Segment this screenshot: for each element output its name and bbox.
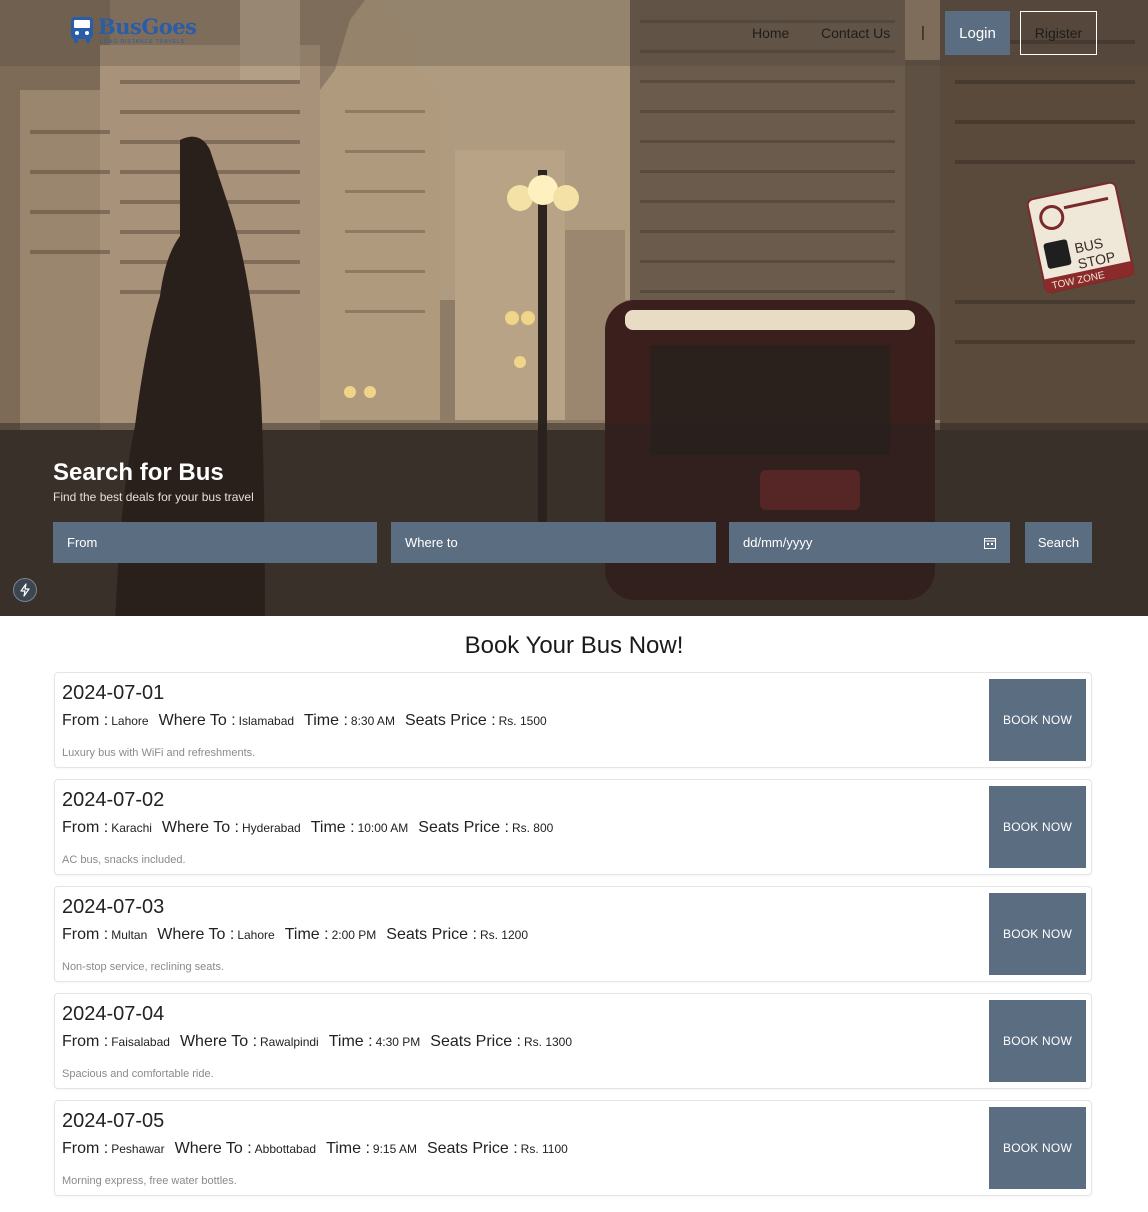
trip-info: From : Peshawar Where To : Abbottabad Time :… — [62, 1140, 578, 1158]
trip-description: Luxury bus with WiFi and refreshments. — [62, 747, 256, 759]
section-title: Book Your Bus Now! — [464, 632, 684, 659]
where-to-input[interactable]: Where to — [391, 522, 716, 563]
time-label: Time : — [328, 1033, 373, 1050]
trip-date: 2024-07-02 — [62, 789, 165, 811]
trip-time: 10:00 AM — [357, 821, 409, 835]
trip-to: Islamabad — [238, 714, 295, 728]
book-now-button[interactable]: BOOK NOW — [989, 679, 1086, 761]
trip-card: 2024-07-01 From : Lahore Where To : Islamaba… — [54, 672, 1092, 768]
trip-price: Rs. 800 — [511, 821, 554, 835]
trip-card: 2024-07-02 From : Karachi Where To : Hyderab… — [54, 779, 1092, 875]
trip-date: 2024-07-03 — [62, 896, 165, 918]
book-now-button[interactable]: BOOK NOW — [989, 893, 1086, 975]
lightning-icon — [20, 583, 30, 597]
where-to-label: Where To : — [161, 819, 239, 836]
trip-info: From : Multan Where To : Lahore Time :2:00 P… — [62, 926, 538, 944]
date-input[interactable]: dd/mm/yyyy — [729, 522, 1010, 563]
from-label: From : — [62, 926, 109, 943]
where-to-label: Where To : — [158, 712, 236, 729]
trip-description: Non-stop service, reclining seats. — [62, 961, 225, 973]
nav-contact-link[interactable]: Contact Us — [821, 25, 890, 41]
trip-info: From : Lahore Where To : Islamabad Time :8:3… — [62, 712, 557, 730]
trip-from: Faisalabad — [111, 1035, 170, 1049]
from-placeholder: From — [67, 535, 98, 550]
trip-from: Karachi — [111, 821, 152, 835]
trip-card: 2024-07-04 From : Faisalabad Where To : Rawa… — [54, 993, 1092, 1089]
trip-time: 2:00 PM — [331, 928, 377, 942]
from-label: From : — [62, 1033, 109, 1050]
from-input[interactable]: From — [53, 522, 377, 563]
book-now-button[interactable]: BOOK NOW — [989, 1000, 1086, 1082]
time-label: Time : — [304, 712, 348, 729]
time-label: Time : — [284, 926, 329, 943]
search-panel — [0, 423, 1148, 616]
time-label: Time : — [310, 819, 355, 836]
search-subtitle: Find the best deals for your bus travel — [53, 490, 254, 504]
where-to-label: Where To : — [179, 1033, 258, 1050]
nav-separator: | — [921, 24, 925, 41]
trip-to: Rawalpindi — [260, 1035, 319, 1049]
search-title: Search for Bus — [53, 459, 224, 486]
trip-from: Lahore — [111, 714, 149, 728]
trip-info: From : Karachi Where To : Hyderabad Time :10… — [62, 819, 563, 837]
search-button[interactable]: Search — [1025, 522, 1092, 563]
from-label: From : — [62, 819, 109, 836]
bus-logo-icon — [71, 17, 93, 43]
from-label: From : — [62, 712, 109, 729]
trip-description: AC bus, snacks included. — [62, 854, 186, 866]
price-label: Seats Price : — [418, 819, 509, 836]
where-to-placeholder: Where to — [405, 535, 458, 550]
nav-home-link[interactable]: Home — [752, 25, 789, 41]
trip-to: Abbottabad — [254, 1142, 317, 1156]
trip-price: Rs. 1500 — [498, 714, 547, 728]
where-to-label: Where To : — [174, 1140, 252, 1157]
date-placeholder: dd/mm/yyyy — [743, 535, 813, 550]
calendar-icon[interactable] — [984, 537, 996, 549]
brand-tagline: LONG DISTANCE TRAVELS — [100, 39, 186, 45]
navbar: BusGoes LONG DISTANCE TRAVELS Home Conta… — [0, 0, 1148, 66]
time-label: Time : — [326, 1140, 370, 1157]
price-label: Seats Price : — [386, 926, 477, 943]
where-to-label: Where To : — [157, 926, 235, 943]
trip-price: Rs. 1300 — [523, 1035, 573, 1049]
trip-date: 2024-07-04 — [62, 1003, 165, 1025]
bolt-badge[interactable] — [13, 578, 37, 602]
trip-to: Lahore — [237, 928, 275, 942]
price-label: Seats Price : — [426, 1140, 518, 1157]
trip-to: Hyderabad — [241, 821, 301, 835]
trip-description: Morning express, free water bottles. — [62, 1175, 237, 1187]
brand-name: BusGoes — [98, 14, 197, 39]
trip-time: 4:30 PM — [375, 1035, 421, 1049]
trip-from: Multan — [111, 928, 148, 942]
price-label: Seats Price : — [430, 1033, 521, 1050]
trip-info: From : Faisalabad Where To : Rawalpindi Time… — [62, 1033, 582, 1051]
trip-card: 2024-07-03 From : Multan Where To : Lahore Ti… — [54, 886, 1092, 982]
trip-date: 2024-07-01 — [62, 682, 165, 704]
register-button[interactable]: Rigister — [1020, 11, 1097, 55]
trip-time: 8:30 AM — [350, 714, 395, 728]
login-button[interactable]: Login — [945, 11, 1010, 55]
book-now-button[interactable]: BOOK NOW — [989, 786, 1086, 868]
trip-from: Peshawar — [111, 1142, 165, 1156]
trip-time: 9:15 AM — [372, 1142, 417, 1156]
trip-date: 2024-07-05 — [62, 1110, 165, 1132]
from-label: From : — [62, 1140, 109, 1157]
brand-logo[interactable]: BusGoes LONG DISTANCE TRAVELS — [70, 14, 197, 50]
trip-card: 2024-07-05 From : Peshawar Where To : Abbott… — [54, 1100, 1092, 1196]
trip-description: Spacious and comfortable ride. — [62, 1068, 214, 1080]
price-label: Seats Price : — [404, 712, 496, 729]
trip-price: Rs. 1200 — [479, 928, 528, 942]
book-now-button[interactable]: BOOK NOW — [989, 1107, 1086, 1189]
hero-section: BUS STOP TOW ZONE BusGoes LONG DISTANCE … — [0, 0, 1148, 616]
trip-price: Rs. 1100 — [520, 1142, 568, 1156]
